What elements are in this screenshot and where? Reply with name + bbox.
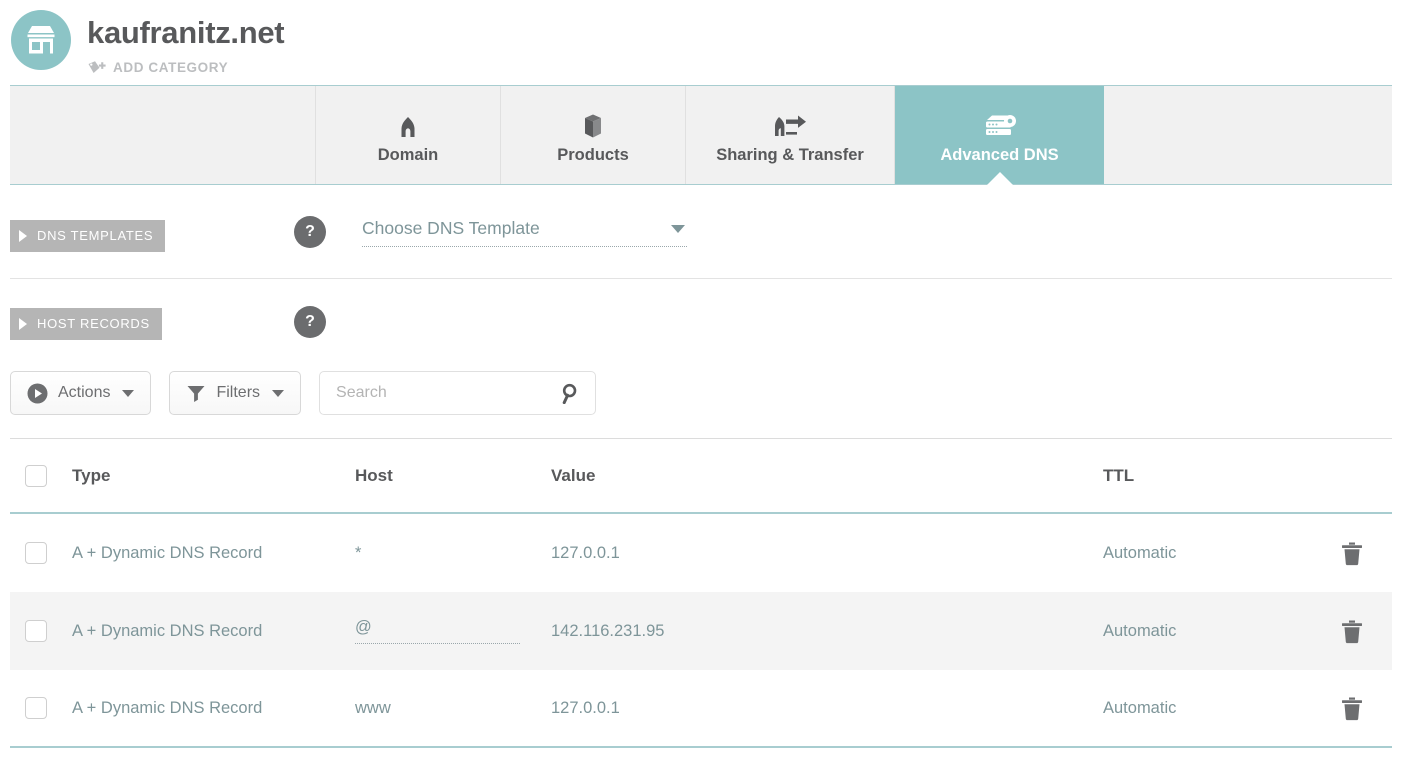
cell-value[interactable]: 142.116.231.95 xyxy=(551,622,1103,641)
dns-template-select[interactable]: Choose DNS Template xyxy=(362,218,687,247)
row-delete-cell xyxy=(1312,696,1392,721)
dns-template-select-value: Choose DNS Template xyxy=(362,218,540,238)
table-row: A + Dynamic DNS Record @ 142.116.231.95 … xyxy=(10,592,1392,670)
filters-button-label: Filters xyxy=(216,384,261,401)
cell-host[interactable]: * xyxy=(355,544,551,563)
add-category-label: ADD CATEGORY xyxy=(113,60,229,75)
search-input[interactable] xyxy=(334,383,562,403)
help-label: ? xyxy=(305,223,315,240)
chevron-down-icon xyxy=(272,389,285,397)
trash-icon[interactable] xyxy=(1341,619,1363,644)
tab-advanced-dns[interactable]: Advanced DNS xyxy=(895,86,1104,185)
share-transfer-icon xyxy=(773,106,807,140)
select-all-cell xyxy=(10,464,72,487)
funnel-icon xyxy=(187,386,205,402)
chevron-down-icon xyxy=(671,224,685,233)
row-select-cell xyxy=(10,620,72,642)
row-select-cell xyxy=(10,697,72,719)
filters-button[interactable]: Filters xyxy=(169,371,302,415)
table-row: A + Dynamic DNS Record www 127.0.0.1 Aut… xyxy=(10,670,1392,748)
column-header-value: Value xyxy=(551,465,596,485)
dns-templates-section: DNS TEMPLATES ? Choose DNS Template xyxy=(0,216,1401,276)
server-gear-icon xyxy=(981,106,1019,140)
cell-type[interactable]: A + Dynamic DNS Record xyxy=(72,622,355,641)
row-select-cell xyxy=(10,542,72,564)
chevron-right-icon xyxy=(19,230,27,242)
actions-button[interactable]: Actions xyxy=(10,371,152,415)
tab-label-domain: Domain xyxy=(377,145,439,164)
dns-templates-help-icon[interactable]: ? xyxy=(294,216,326,248)
cell-type[interactable]: A + Dynamic DNS Record xyxy=(72,544,355,563)
tab-label-products: Products xyxy=(557,145,629,164)
tab-label-sharing-transfer: Sharing & Transfer xyxy=(716,145,864,164)
host-records-badge[interactable]: HOST RECORDS xyxy=(10,308,162,340)
host-records-table: Type Host Value TTL A + Dynamic DNS Reco… xyxy=(10,438,1392,748)
tab-bar-left-spacer xyxy=(10,86,316,184)
cell-type[interactable]: A + Dynamic DNS Record xyxy=(72,699,355,718)
row-checkbox[interactable] xyxy=(25,620,47,642)
host-records-badge-label: HOST RECORDS xyxy=(37,316,150,331)
tab-products[interactable]: Products xyxy=(501,86,686,184)
cell-host-value[interactable]: @ xyxy=(355,618,520,644)
cell-host-value: * xyxy=(355,543,362,562)
dns-templates-badge[interactable]: DNS TEMPLATES xyxy=(10,220,166,252)
tab-label-advanced-dns: Advanced DNS xyxy=(940,145,1059,164)
row-delete-cell xyxy=(1312,619,1392,644)
tab-bar-right-spacer xyxy=(1104,86,1392,184)
cell-ttl[interactable]: Automatic xyxy=(1103,622,1312,641)
trash-icon[interactable] xyxy=(1341,541,1363,566)
cell-host-value: www xyxy=(355,698,391,717)
cell-value[interactable]: 127.0.0.1 xyxy=(551,699,1103,718)
actions-button-label: Actions xyxy=(58,384,111,401)
search-icon[interactable] xyxy=(561,383,581,404)
cell-value[interactable]: 127.0.0.1 xyxy=(551,544,1103,563)
page-title: kaufranitz.net xyxy=(87,15,285,50)
row-checkbox[interactable] xyxy=(25,697,47,719)
page-header: kaufranitz.net ADD CATEGORY xyxy=(0,0,1401,80)
row-checkbox[interactable] xyxy=(25,542,47,564)
column-header-host: Host xyxy=(355,465,393,485)
row-delete-cell xyxy=(1312,541,1392,566)
play-circle-icon xyxy=(27,383,48,403)
active-tab-notch xyxy=(986,172,1013,185)
box-icon xyxy=(581,106,605,140)
chevron-right-icon xyxy=(19,318,27,330)
home-icon xyxy=(395,106,421,140)
tab-domain[interactable]: Domain xyxy=(316,86,501,184)
host-records-help-icon[interactable]: ? xyxy=(294,306,326,338)
cell-host[interactable]: www xyxy=(355,699,551,718)
search-box[interactable] xyxy=(319,371,597,415)
column-header-type: Type xyxy=(72,465,111,485)
tab-sharing-transfer[interactable]: Sharing & Transfer xyxy=(686,86,895,184)
main-tab-bar: Domain Products Sharing & Transfer Advan… xyxy=(10,85,1392,185)
select-all-checkbox[interactable] xyxy=(25,464,47,487)
table-header-row: Type Host Value TTL xyxy=(10,438,1392,514)
help-label: ? xyxy=(305,313,315,330)
storefront-icon xyxy=(11,10,71,70)
add-category-button[interactable]: ADD CATEGORY xyxy=(88,60,228,75)
dns-templates-badge-label: DNS TEMPLATES xyxy=(37,228,154,243)
tag-plus-icon xyxy=(88,60,106,73)
column-header-ttl: TTL xyxy=(1103,465,1135,485)
chevron-down-icon xyxy=(122,389,135,397)
records-toolbar: Actions Filters xyxy=(10,371,597,415)
cell-host[interactable]: @ xyxy=(355,618,551,644)
trash-icon[interactable] xyxy=(1341,696,1363,721)
cell-ttl[interactable]: Automatic xyxy=(1103,699,1312,718)
section-divider xyxy=(10,278,1392,279)
cell-ttl[interactable]: Automatic xyxy=(1103,544,1312,563)
table-row: A + Dynamic DNS Record * 127.0.0.1 Autom… xyxy=(10,514,1392,592)
